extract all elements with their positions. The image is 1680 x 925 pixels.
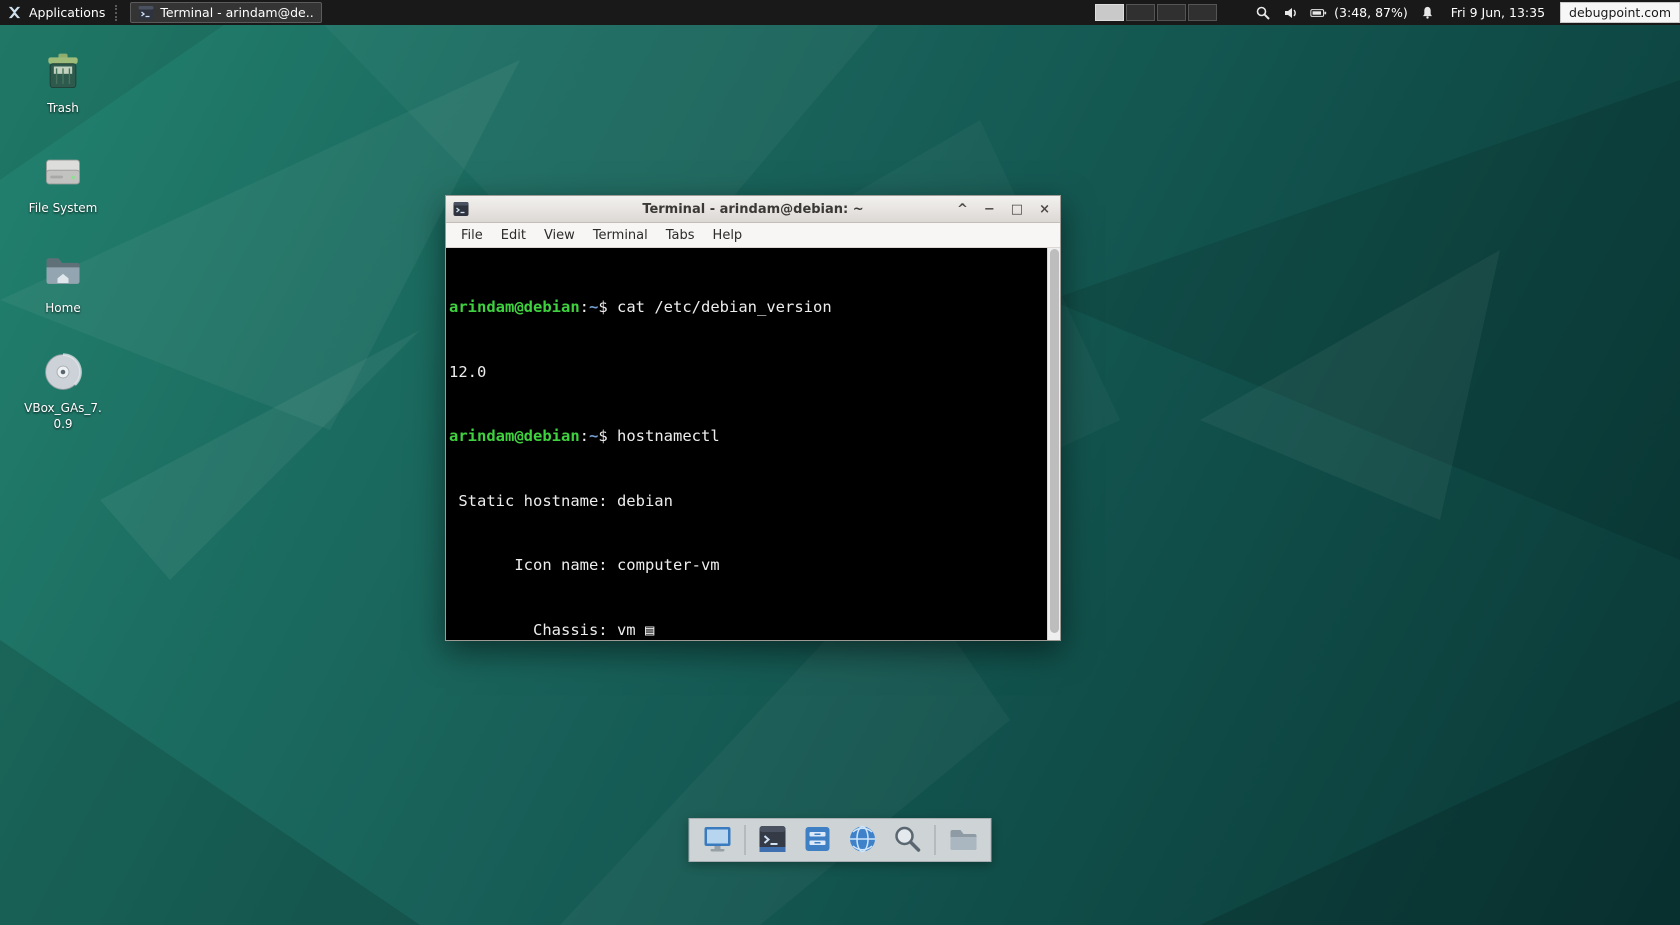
scrollbar-thumb[interactable] [1050,249,1059,633]
desktop-icon-label: Home [45,301,80,317]
show-desktop-launcher[interactable] [700,822,736,858]
applications-menu-label: Applications [29,5,105,20]
workspace-2[interactable] [1126,4,1155,21]
menu-file[interactable]: File [452,225,492,246]
applications-menu-icon [6,4,23,21]
workspace-4[interactable] [1188,4,1217,21]
menu-edit[interactable]: Edit [492,225,535,246]
prompt-symbol: $ [598,298,617,316]
desktop-icon-home[interactable]: Home [15,250,111,317]
prompt-path: ~ [589,298,598,316]
command-text: cat /etc/debian_version [617,298,832,316]
window-controls: ^ − □ × [955,196,1052,222]
terminal-screen: arindam@debian:~$ cat /etc/debian_versio… [446,248,1046,640]
taskbar-window-button[interactable]: Terminal - arindam@de... [130,2,322,23]
command-text: hostnamectl [617,427,720,445]
hard-drive-icon [41,150,85,198]
panel-clock[interactable]: Fri 9 Jun, 13:35 [1451,5,1545,20]
dock-separator [935,825,936,855]
volume-icon[interactable] [1282,4,1299,21]
prompt-user-host: arindam@debian [449,427,580,445]
terminal-output-line: Chassis: vm ▤ [449,620,1046,641]
battery-icon[interactable] [1310,4,1327,21]
terminal-prompt-line: arindam@debian:~$ hostnamectl [449,426,1046,448]
show-desktop-icon [702,823,734,858]
terminal-prompt-line: arindam@debian:~$ cat /etc/debian_versio… [449,297,1046,319]
file-manager-launcher[interactable] [800,822,836,858]
web-browser-launcher[interactable] [845,822,881,858]
prompt-symbol: $ [598,427,617,445]
terminal-launcher[interactable] [755,822,791,858]
desktop-icon-label: File System [29,201,98,217]
top-panel: Applications Terminal - arindam@de... [0,0,1680,25]
menu-terminal[interactable]: Terminal [584,225,657,246]
close-button[interactable]: × [1037,201,1052,218]
menu-help[interactable]: Help [704,225,752,246]
desktop-root: Applications Terminal - arindam@de... [0,0,1680,925]
applications-menu-button[interactable]: Applications [0,0,113,25]
desktop-icon-label: Trash [47,101,79,117]
battery-status-text: (3:48, 87%) [1334,5,1408,20]
menu-tabs[interactable]: Tabs [657,225,704,246]
menu-view[interactable]: View [535,225,584,246]
output-text: 12.0 [449,363,486,381]
workspace-3[interactable] [1157,4,1186,21]
terminal-body[interactable]: arindam@debian:~$ cat /etc/debian_versio… [446,248,1060,640]
terminal-window-icon [453,201,469,217]
file-manager-icon [802,823,834,858]
prompt-path: ~ [589,427,598,445]
trash-icon [41,50,85,98]
terminal-icon [757,823,789,858]
desktop-icon-file-system[interactable]: File System [15,150,111,217]
desktop-icon-trash[interactable]: Trash [15,50,111,117]
bottom-dock [689,818,992,862]
maximize-button[interactable]: □ [1009,201,1025,218]
magnifier-icon[interactable] [1254,4,1271,21]
output-text: Icon name: computer-vm [449,556,720,574]
file-browser-launcher[interactable] [945,822,981,858]
window-menubar: File Edit View Terminal Tabs Help [446,223,1060,248]
terminal-output-line: 12.0 [449,362,1046,384]
terminal-app-icon [138,5,154,21]
cd-disc-icon [41,350,85,398]
workspace-pager [1095,4,1217,21]
window-title: Terminal - arindam@debian: ~ [642,202,863,217]
output-text: Chassis: vm ▤ [449,621,654,639]
application-finder-launcher[interactable] [890,822,926,858]
workspace-1[interactable] [1095,4,1124,21]
desktop-icon-vbox-gas[interactable]: VBox_GAs_7.0.9 [15,350,111,432]
dock-separator [745,825,746,855]
terminal-window: Terminal - arindam@debian: ~ ^ − □ × Fil… [445,195,1061,641]
window-titlebar[interactable]: Terminal - arindam@debian: ~ ^ − □ × [446,196,1060,223]
terminal-scrollbar[interactable] [1047,248,1060,640]
terminal-output-line: Icon name: computer-vm [449,555,1046,577]
home-folder-icon [41,250,85,298]
shade-button[interactable]: ^ [955,201,970,218]
output-text: Static hostname: debian [449,492,673,510]
folder-icon [947,823,979,858]
desktop-icon-label: VBox_GAs_7.0.9 [21,401,105,432]
host-badge: debugpoint.com [1560,2,1680,23]
panel-handle [115,5,120,21]
taskbar-window-label: Terminal - arindam@de... [160,5,314,20]
prompt-user-host: arindam@debian [449,298,580,316]
terminal-output-line: Static hostname: debian [449,491,1046,513]
notifications-bell-icon[interactable] [1419,4,1436,21]
globe-icon [847,823,879,858]
prompt-colon: : [580,298,589,316]
search-icon [892,823,924,858]
minimize-button[interactable]: − [982,201,997,218]
prompt-colon: : [580,427,589,445]
